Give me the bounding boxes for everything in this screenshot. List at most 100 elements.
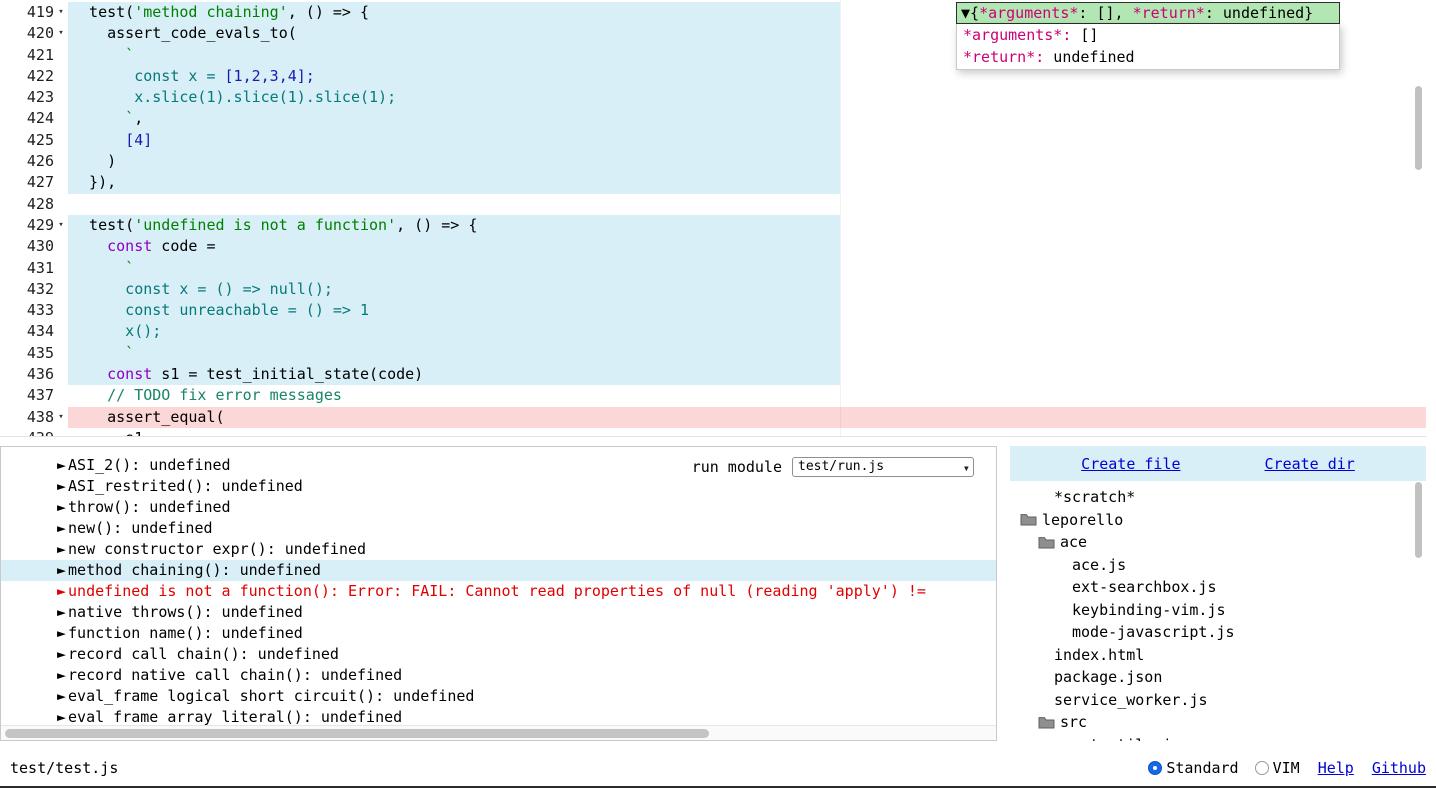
file-tree-item[interactable]: *scratch* xyxy=(1010,486,1412,509)
code-text[interactable]: const unreachable = () => 1 xyxy=(68,300,1426,321)
test-result-item[interactable]: ►new(): undefined xyxy=(1,518,996,539)
code-text[interactable]: `, xyxy=(68,108,1426,129)
fold-marker-icon[interactable]: ▾ xyxy=(54,215,68,236)
code-line[interactable]: 428 xyxy=(0,194,1426,215)
file-tree-item[interactable]: package.json xyxy=(1010,666,1412,689)
code-line[interactable]: 423 x.slice(1).slice(1).slice(1); xyxy=(0,87,1426,108)
code-text[interactable]: assert_equal( xyxy=(68,407,1426,428)
keybinding-option-standard[interactable]: Standard xyxy=(1148,759,1238,777)
code-text[interactable]: [4] xyxy=(68,130,1426,151)
line-number: 429 xyxy=(0,215,54,236)
file-tree-item[interactable]: index.html xyxy=(1010,644,1412,667)
file-tree-folder[interactable]: ace xyxy=(1010,531,1412,554)
code-line[interactable]: 430 const code = xyxy=(0,236,1426,257)
code-line[interactable]: 438▾ assert_equal( xyxy=(0,407,1426,428)
test-result-item[interactable]: ►record native call chain(): undefined xyxy=(1,665,996,686)
file-tree-item[interactable]: keybinding-vim.js xyxy=(1010,599,1412,622)
code-text[interactable]: x(); xyxy=(68,321,1426,342)
fold-marker-icon[interactable]: ▾ xyxy=(54,407,68,428)
fold-marker-icon[interactable]: ▾ xyxy=(54,2,68,23)
code-text[interactable] xyxy=(68,194,1426,215)
results-horizontal-scrollbar[interactable] xyxy=(1,725,996,740)
test-result-item[interactable]: ►throw(): undefined xyxy=(1,497,996,518)
code-editor[interactable]: 419▾ test('method chaining', () => {420▾… xyxy=(0,0,1426,437)
test-result-item[interactable]: ►ASI_restrited(): undefined xyxy=(1,476,996,497)
file-tree-item[interactable]: service_worker.js xyxy=(1010,689,1412,712)
file-tree-item[interactable]: ext-searchbox.js xyxy=(1010,576,1412,599)
code-text[interactable]: ) xyxy=(68,151,1426,172)
code-text[interactable]: ` xyxy=(68,343,1426,364)
code-line[interactable]: 439 s1. xyxy=(0,428,1426,437)
code-text[interactable]: const x = () => null(); xyxy=(68,279,1426,300)
value-tooltip-header[interactable]: ▼{*arguments*: [], *return*: undefined} xyxy=(956,2,1340,24)
test-result-item[interactable]: ►eval_frame logical short circuit(): und… xyxy=(1,686,996,707)
file-tree-folder[interactable]: src xyxy=(1010,711,1412,734)
test-result-item[interactable]: ►function name(): undefined xyxy=(1,623,996,644)
test-result-item[interactable]: ►method chaining(): undefined xyxy=(1,560,996,581)
code-line[interactable]: 431 ` xyxy=(0,258,1426,279)
expand-arrow-icon[interactable]: ► xyxy=(57,603,66,621)
fold-spacer xyxy=(54,258,68,279)
code-line[interactable]: 435 ` xyxy=(0,343,1426,364)
create-file-link[interactable]: Create file xyxy=(1081,455,1180,473)
status-link-help[interactable]: Help xyxy=(1318,759,1354,777)
test-result-text: ASI_restrited(): undefined xyxy=(68,477,303,495)
expand-arrow-icon[interactable]: ► xyxy=(57,666,66,684)
expand-arrow-icon[interactable]: ► xyxy=(57,624,66,642)
code-text[interactable]: const code = xyxy=(68,236,1426,257)
file-name: mode-javascript.js xyxy=(1072,623,1235,641)
code-line[interactable]: 427 }), xyxy=(0,172,1426,193)
files-vertical-scrollbar[interactable] xyxy=(1414,482,1423,741)
expand-arrow-icon[interactable]: ► xyxy=(57,519,66,537)
code-text[interactable]: x.slice(1).slice(1).slice(1); xyxy=(68,87,1426,108)
expand-arrow-icon[interactable]: ► xyxy=(57,498,66,516)
test-result-item[interactable]: ►new constructor expr(): undefined xyxy=(1,539,996,560)
tooltip-value-row[interactable]: *return*: undefined xyxy=(963,47,1333,69)
radio-vim[interactable] xyxy=(1255,761,1269,775)
tooltip-value-row[interactable]: *arguments*: [] xyxy=(963,25,1333,47)
expand-arrow-icon[interactable]: ► xyxy=(57,456,66,474)
code-text[interactable]: s1. xyxy=(68,428,1426,437)
expand-arrow-icon[interactable]: ► xyxy=(57,540,66,558)
test-result-item[interactable]: ►native throws(): undefined xyxy=(1,602,996,623)
expand-arrow-icon[interactable]: ► xyxy=(57,645,66,663)
expand-arrow-icon[interactable]: ► xyxy=(57,687,66,705)
line-gutter: 419▾ xyxy=(0,2,68,23)
create-dir-link[interactable]: Create dir xyxy=(1265,455,1355,473)
keybinding-option-vim[interactable]: VIM xyxy=(1255,759,1300,777)
code-line[interactable]: 434 x(); xyxy=(0,321,1426,342)
test-result-item[interactable]: ►undefined is not a function(): Error: F… xyxy=(1,581,996,602)
code-line[interactable]: 433 const unreachable = () => 1 xyxy=(0,300,1426,321)
code-line[interactable]: 425 [4] xyxy=(0,130,1426,151)
code-line[interactable]: 426 ) xyxy=(0,151,1426,172)
expand-arrow-icon[interactable]: ► xyxy=(57,582,66,600)
file-tree-item[interactable]: ace.js xyxy=(1010,554,1412,577)
scrollbar-thumb[interactable] xyxy=(1415,86,1422,170)
code-line[interactable]: 424 `, xyxy=(0,108,1426,129)
code-line[interactable]: 436 const s1 = test_initial_state(code) xyxy=(0,364,1426,385)
code-text[interactable]: test('undefined is not a function', () =… xyxy=(68,215,1426,236)
file-tree-folder[interactable]: leporello xyxy=(1010,509,1412,532)
code-text[interactable]: // TODO fix error messages xyxy=(68,385,1426,406)
scrollbar-thumb[interactable] xyxy=(1415,482,1422,558)
editor-vertical-scrollbar[interactable] xyxy=(1414,0,1423,437)
code-line[interactable]: 429▾ test('undefined is not a function',… xyxy=(0,215,1426,236)
file-tree-item[interactable]: ast_utils.js xyxy=(1010,734,1412,742)
expand-arrow-icon[interactable]: ► xyxy=(57,477,66,495)
code-text[interactable]: }), xyxy=(68,172,1426,193)
expand-arrow-icon[interactable]: ► xyxy=(57,561,66,579)
expand-arrow-icon[interactable]: ► xyxy=(57,708,66,726)
file-tree-item[interactable]: mode-javascript.js xyxy=(1010,621,1412,644)
line-gutter: 435 xyxy=(0,343,68,364)
status-link-github[interactable]: Github xyxy=(1372,759,1426,777)
code-text[interactable]: const s1 = test_initial_state(code) xyxy=(68,364,1426,385)
test-result-item[interactable]: ►record call chain(): undefined xyxy=(1,644,996,665)
radio-standard[interactable] xyxy=(1148,761,1162,775)
code-line[interactable]: 437 // TODO fix error messages xyxy=(0,385,1426,406)
run-module-select[interactable]: test/run.js ▾ xyxy=(792,457,974,477)
code-line[interactable]: 432 const x = () => null(); xyxy=(0,279,1426,300)
code-text[interactable]: ` xyxy=(68,258,1426,279)
fold-marker-icon[interactable]: ▾ xyxy=(54,23,68,44)
scrollbar-thumb[interactable] xyxy=(5,729,709,738)
line-gutter: 427 xyxy=(0,172,68,193)
